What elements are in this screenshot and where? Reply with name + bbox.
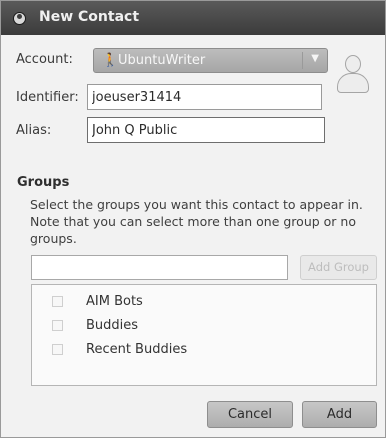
identifier-label: Identifier: xyxy=(16,90,79,105)
account-label: Account: xyxy=(16,52,73,67)
group-checkbox[interactable] xyxy=(52,296,63,307)
add-group-button[interactable]: Add Group xyxy=(300,255,377,280)
buddy-icon-picker[interactable] xyxy=(337,55,369,95)
groups-heading: Groups xyxy=(17,175,70,190)
alias-field[interactable] xyxy=(87,117,325,143)
account-value: UbuntuWriter xyxy=(118,53,206,68)
add-button[interactable]: Add xyxy=(302,401,377,428)
identifier-field[interactable] xyxy=(87,84,322,110)
pidgin-icon xyxy=(13,12,26,25)
person-body-icon xyxy=(337,73,369,93)
title-bar[interactable]: New Contact xyxy=(1,1,385,35)
list-item[interactable]: Buddies xyxy=(32,315,376,337)
list-item[interactable]: AIM Bots xyxy=(32,291,376,313)
list-item[interactable]: Recent Buddies xyxy=(32,339,376,361)
person-head-icon xyxy=(345,55,361,73)
cancel-button[interactable]: Cancel xyxy=(207,401,293,428)
dropdown-separator xyxy=(302,52,303,69)
alias-label: Alias: xyxy=(16,123,52,138)
new-contact-dialog: New Contact Account: 🚶 UbuntuWriter ▼ Id… xyxy=(0,0,386,438)
group-checkbox[interactable] xyxy=(52,344,63,355)
group-label: Recent Buddies xyxy=(86,342,188,357)
group-checkbox[interactable] xyxy=(52,320,63,331)
account-dropdown[interactable]: 🚶 UbuntuWriter ▼ xyxy=(93,48,328,73)
group-label: AIM Bots xyxy=(86,294,143,309)
new-group-input[interactable] xyxy=(31,255,288,280)
group-label: Buddies xyxy=(86,318,139,333)
groups-description: Select the groups you want this contact … xyxy=(30,197,363,246)
window-title: New Contact xyxy=(39,9,140,25)
aim-person-icon: 🚶 xyxy=(102,53,119,68)
chevron-down-icon: ▼ xyxy=(311,53,319,64)
groups-list[interactable]: AIM Bots Buddies Recent Buddies xyxy=(31,284,377,386)
